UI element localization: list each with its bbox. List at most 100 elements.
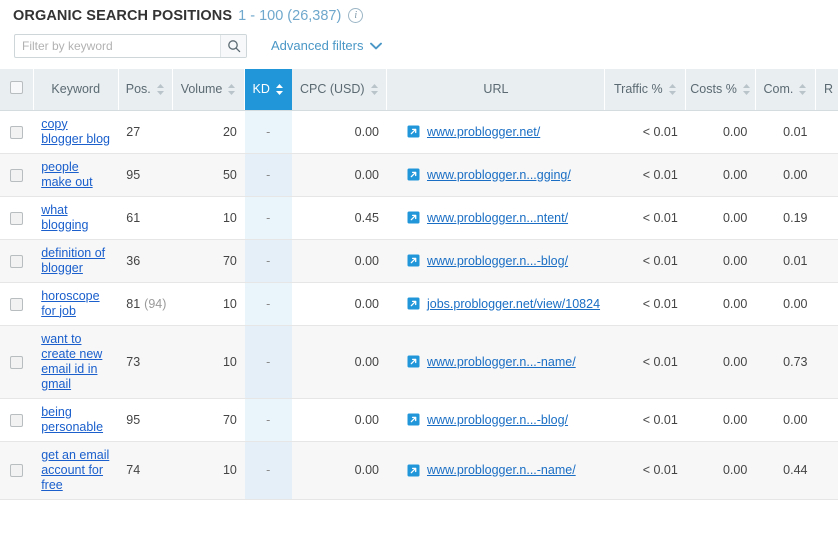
position-cell: 95 bbox=[118, 398, 173, 442]
position-cell: 81 (94) bbox=[118, 282, 173, 326]
search-input[interactable] bbox=[15, 34, 220, 57]
keyword-cell: want to create new email id in gmail bbox=[33, 325, 119, 399]
url-link[interactable]: www.problogger.n...-name/ bbox=[427, 463, 576, 477]
volume-cell: 10 bbox=[172, 325, 245, 399]
row-select-cell[interactable] bbox=[0, 153, 34, 197]
chevron-down-icon bbox=[369, 42, 382, 50]
keyword-link[interactable]: horoscope for job bbox=[41, 289, 110, 319]
column-label-url: URL bbox=[483, 82, 509, 97]
column-header-pos[interactable]: Pos. bbox=[118, 69, 173, 111]
current-position: 61 bbox=[126, 210, 141, 225]
url-link[interactable]: www.problogger.n...ntent/ bbox=[427, 211, 568, 225]
row-checkbox[interactable] bbox=[10, 413, 24, 427]
table-row: get an email account for free 74 10- 0.00 ww… bbox=[0, 441, 838, 500]
column-label-cpc: CPC (USD) bbox=[299, 82, 365, 97]
com-cell: 0.44 bbox=[755, 441, 816, 500]
sort-arrows-icon bbox=[798, 83, 807, 96]
results-cell bbox=[815, 110, 838, 154]
column-header-url[interactable]: URL bbox=[386, 69, 606, 111]
current-position: 73 bbox=[126, 354, 141, 369]
row-checkbox[interactable] bbox=[10, 297, 24, 311]
cpc-cell: 0.00 bbox=[291, 325, 387, 399]
keyword-link[interactable]: get an email account for free bbox=[41, 448, 110, 493]
row-checkbox[interactable] bbox=[10, 125, 24, 139]
keyword-link[interactable]: definition of blogger bbox=[41, 246, 110, 276]
position-cell: 73 bbox=[118, 325, 173, 399]
cpc-cell: 0.00 bbox=[291, 398, 387, 442]
row-checkbox[interactable] bbox=[10, 254, 24, 268]
costs-cell: 0.00 bbox=[685, 153, 756, 197]
row-select-cell[interactable] bbox=[0, 398, 34, 442]
row-select-cell[interactable] bbox=[0, 325, 34, 399]
column-header-select-all[interactable] bbox=[0, 69, 34, 111]
page-title: ORGANIC SEARCH POSITIONS bbox=[13, 7, 233, 24]
current-position: 81 bbox=[126, 296, 141, 311]
row-checkbox[interactable] bbox=[10, 211, 24, 225]
costs-cell: 0.00 bbox=[685, 325, 756, 399]
kd-cell: - bbox=[244, 196, 292, 240]
select-all-checkbox[interactable] bbox=[9, 81, 23, 95]
column-header-volume[interactable]: Volume bbox=[172, 69, 246, 111]
url-link[interactable]: www.problogger.net/ bbox=[427, 125, 540, 139]
column-label-kd: KD bbox=[252, 82, 270, 97]
row-select-cell[interactable] bbox=[0, 110, 34, 154]
keyword-link[interactable]: want to create new email id in gmail bbox=[41, 332, 110, 392]
url-link[interactable]: www.problogger.n...-blog/ bbox=[427, 254, 568, 268]
position-cell: 74 bbox=[118, 441, 173, 500]
url-link[interactable]: jobs.problogger.net/view/10824 bbox=[427, 297, 600, 311]
column-header-results[interactable]: R bbox=[815, 69, 838, 111]
external-link-icon bbox=[407, 464, 420, 477]
column-label-pos: Pos. bbox=[125, 82, 151, 97]
column-header-cpc[interactable]: CPC (USD) bbox=[291, 69, 388, 111]
traffic-cell: < 0.01 bbox=[604, 239, 686, 283]
keyword-link[interactable]: copy blogger blog bbox=[41, 117, 110, 147]
costs-cell: 0.00 bbox=[685, 282, 756, 326]
sort-arrows-icon bbox=[275, 83, 284, 96]
column-header-costs[interactable]: Costs % bbox=[685, 69, 756, 111]
cpc-cell: 0.00 bbox=[291, 153, 387, 197]
advanced-filters-toggle[interactable]: Advanced filters bbox=[271, 38, 382, 53]
table-row: definition of blogger 36 70-0.00 www.problo… bbox=[0, 239, 838, 283]
current-position: 95 bbox=[126, 167, 141, 182]
url-link[interactable]: www.problogger.n...-blog/ bbox=[427, 413, 568, 427]
filter-bar: Advanced filters bbox=[0, 26, 838, 60]
keyword-cell: people make out bbox=[33, 153, 119, 197]
position-cell: 36 bbox=[118, 239, 173, 283]
info-icon[interactable]: i bbox=[348, 8, 364, 23]
sort-arrows-icon bbox=[668, 83, 677, 96]
volume-cell: 10 bbox=[172, 282, 245, 326]
row-select-cell[interactable] bbox=[0, 196, 34, 240]
kd-cell: - bbox=[244, 441, 292, 500]
search-button[interactable] bbox=[220, 34, 246, 57]
current-position: 74 bbox=[126, 463, 141, 477]
row-select-cell[interactable] bbox=[0, 282, 34, 326]
table-header-row: Keyword Pos. Volume KD CPC (USD) URL Tra… bbox=[0, 69, 838, 111]
keyword-link[interactable]: people make out bbox=[41, 160, 110, 190]
search-icon bbox=[227, 39, 241, 53]
volume-cell: 10 bbox=[172, 441, 245, 500]
column-label-keyword: Keyword bbox=[51, 82, 101, 97]
kd-cell: - bbox=[244, 282, 292, 326]
external-link-icon bbox=[407, 168, 420, 181]
url-link[interactable]: www.problogger.n...gging/ bbox=[427, 168, 571, 182]
results-cell bbox=[815, 325, 838, 399]
url-link[interactable]: www.problogger.n...-name/ bbox=[427, 355, 576, 369]
costs-cell: 0.00 bbox=[685, 441, 756, 500]
keyword-link[interactable]: being personable bbox=[41, 405, 110, 435]
keyword-link[interactable]: what blogging bbox=[41, 203, 110, 233]
row-checkbox[interactable] bbox=[10, 168, 24, 182]
column-header-keyword[interactable]: Keyword bbox=[33, 69, 119, 111]
row-select-cell[interactable] bbox=[0, 441, 34, 500]
volume-cell: 70 bbox=[172, 398, 245, 442]
position-cell: 27 bbox=[118, 110, 173, 154]
column-header-traffic[interactable]: Traffic % bbox=[604, 69, 687, 111]
row-checkbox[interactable] bbox=[10, 355, 24, 369]
traffic-cell: < 0.01 bbox=[604, 196, 686, 240]
column-header-kd[interactable]: KD bbox=[244, 69, 293, 111]
com-cell: 0.01 bbox=[755, 239, 816, 283]
keyword-cell: what blogging bbox=[33, 196, 119, 240]
url-cell: www.problogger.n...ntent/ bbox=[386, 196, 605, 240]
row-checkbox[interactable] bbox=[10, 464, 24, 478]
column-header-com[interactable]: Com. bbox=[755, 69, 816, 111]
row-select-cell[interactable] bbox=[0, 239, 34, 283]
